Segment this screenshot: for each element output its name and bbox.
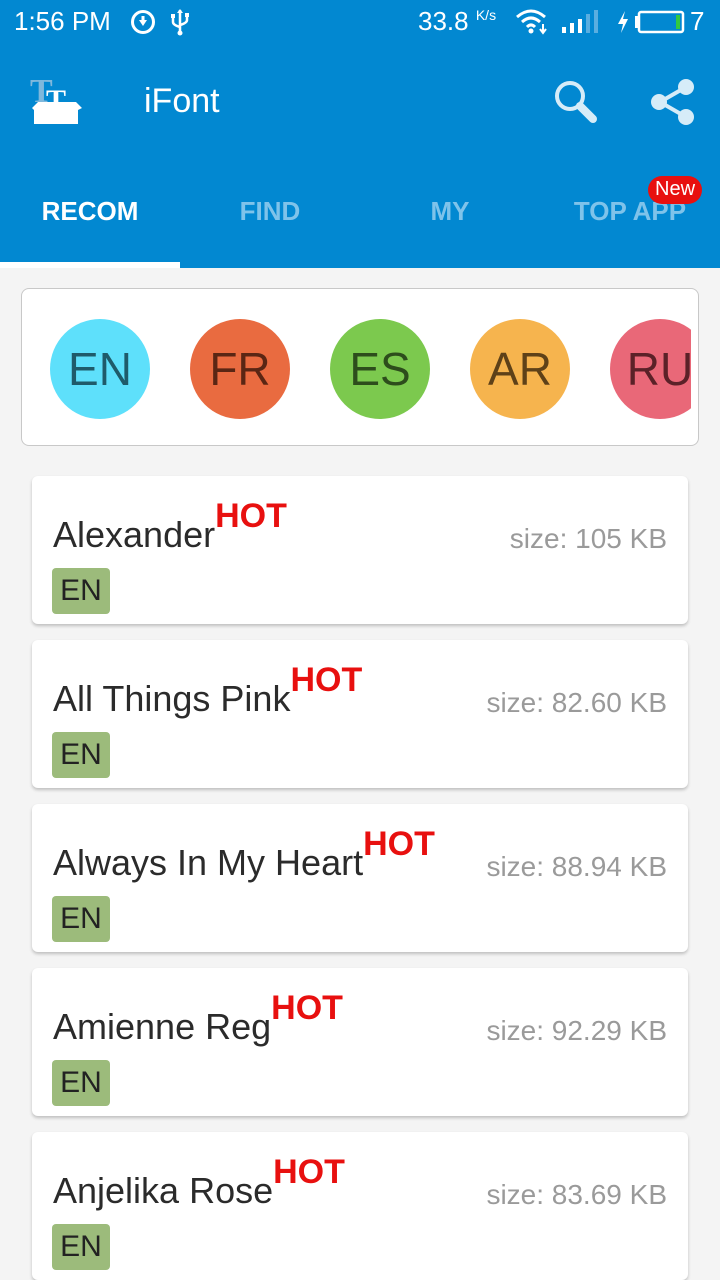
network-speed-value: 33.8 <box>418 6 469 36</box>
usb-icon <box>171 9 189 36</box>
tab-find[interactable]: FIND <box>180 196 360 227</box>
battery-level: 7 <box>690 6 705 36</box>
download-icon <box>131 10 155 34</box>
font-file-size: size: 88.94 KB <box>486 851 667 882</box>
app-title: iFont <box>144 82 220 120</box>
font-list-item[interactable]: Anjelika RoseHOT size: 83.69 KB EN <box>32 1132 688 1280</box>
language-tag: EN <box>52 732 110 778</box>
language-tag: EN <box>52 896 110 942</box>
hot-label: HOT <box>215 497 287 535</box>
battery-icon <box>635 10 685 34</box>
charging-icon <box>618 11 628 33</box>
font-name: Amienne Reg <box>53 1006 272 1047</box>
tab-recom[interactable]: RECOM <box>0 196 180 227</box>
language-fr[interactable]: FR <box>190 319 290 419</box>
font-name: Always In My Heart <box>53 842 364 883</box>
font-file-size: size: 92.29 KB <box>486 1015 667 1046</box>
font-name: All Things Pink <box>53 678 291 719</box>
font-name-row: AlexanderHOT <box>53 497 287 556</box>
font-file-size: size: 105 KB <box>509 523 667 554</box>
font-name-row: Always In My HeartHOT <box>53 825 435 884</box>
language-selector: EN FR ES AR RU <box>21 288 699 446</box>
font-file-size: size: 82.60 KB <box>486 687 667 718</box>
font-list-item[interactable]: Always In My HeartHOT size: 88.94 KB EN <box>32 804 688 952</box>
font-name-row: Amienne RegHOT <box>53 989 343 1048</box>
font-name-row: Anjelika RoseHOT <box>53 1153 345 1212</box>
language-tag: EN <box>52 568 110 614</box>
font-file-size: size: 83.69 KB <box>486 1179 667 1210</box>
hot-label: HOT <box>363 825 435 863</box>
hot-label: HOT <box>273 1153 345 1191</box>
status-time: 1:56 PM <box>14 6 111 36</box>
hot-label: HOT <box>271 989 343 1027</box>
language-scroller[interactable]: EN FR ES AR RU <box>22 289 691 445</box>
tab-indicator <box>0 262 180 268</box>
font-list-item[interactable]: Amienne RegHOT size: 92.29 KB EN <box>32 968 688 1116</box>
search-button[interactable] <box>550 76 602 128</box>
network-speed: 33.8 K/s <box>418 6 496 37</box>
app-bar: 1:56 PM 33.8 K/s 7 T T iFont RECOM FIND … <box>0 0 720 268</box>
wifi-icon <box>516 9 547 35</box>
share-button[interactable] <box>646 76 698 128</box>
font-list-item[interactable]: All Things PinkHOT size: 82.60 KB EN <box>32 640 688 788</box>
network-speed-unit: K/s <box>475 7 497 23</box>
language-ru[interactable]: RU <box>610 319 691 419</box>
language-es[interactable]: ES <box>330 319 430 419</box>
hot-label: HOT <box>290 661 363 699</box>
font-list-item[interactable]: AlexanderHOT size: 105 KB EN <box>32 476 688 624</box>
language-tag: EN <box>52 1224 110 1270</box>
ifont-logo-icon: T T <box>30 74 82 124</box>
language-en[interactable]: EN <box>50 319 150 419</box>
font-name-row: All Things PinkHOT <box>53 661 362 720</box>
new-badge: New <box>648 176 703 204</box>
language-tag: EN <box>52 1060 110 1106</box>
status-bar: 1:56 PM 33.8 K/s 7 <box>0 0 720 44</box>
cell-signal-icon <box>562 10 598 33</box>
font-name: Anjelika Rose <box>53 1170 274 1211</box>
tab-my[interactable]: MY <box>360 196 540 227</box>
language-ar[interactable]: AR <box>470 319 570 419</box>
font-name: Alexander <box>53 514 216 555</box>
